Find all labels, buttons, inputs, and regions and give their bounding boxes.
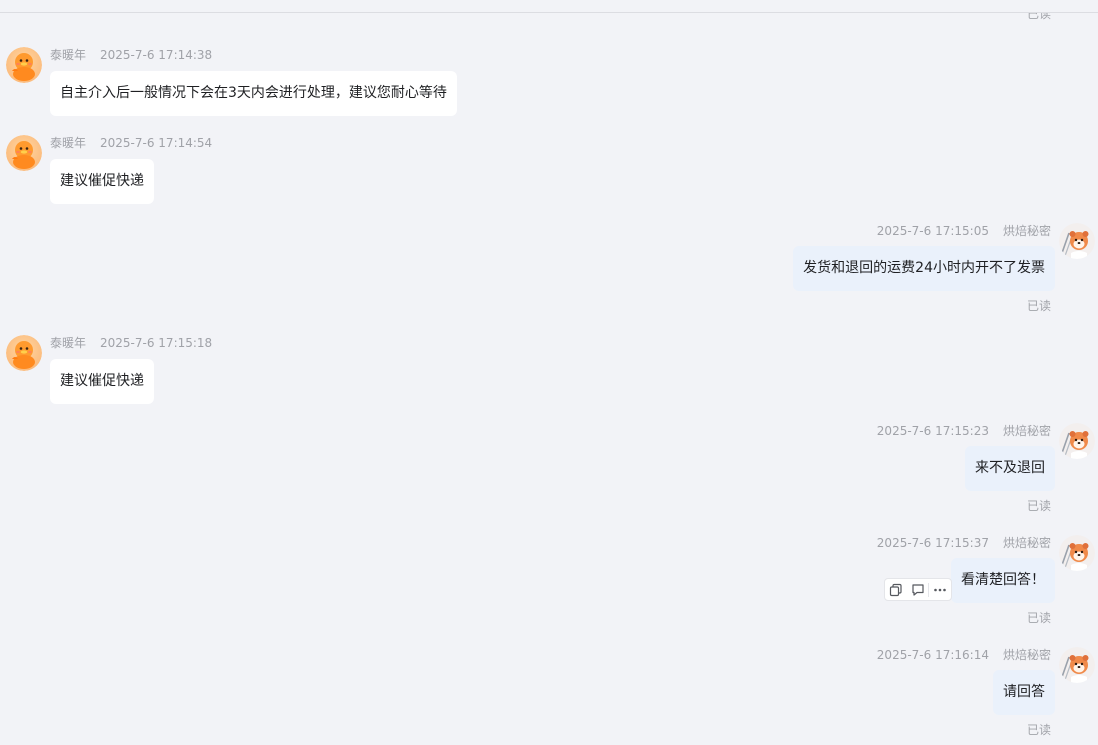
read-status: 已读 [1026,299,1051,313]
message-meta: 2025-7-6 17:16:14 烘焙秘密 [877,647,1051,663]
message-time: 2025-7-6 17:14:38 [100,48,213,62]
my-avatar[interactable] [1059,647,1095,683]
sender-name: 烘焙秘密 [1002,424,1051,438]
message-bubble-outgoing[interactable]: 发货和退回的运费24小时内开不了发票 [793,246,1055,291]
sender-name: 烘焙秘密 [1002,224,1051,238]
quote-reply-icon[interactable] [907,579,929,600]
message-time: 2025-7-6 17:14:54 [100,136,213,150]
message-time: 2025-7-6 17:16:14 [876,648,989,662]
read-status-previous: 已读 [1027,13,1051,21]
read-status: 已读 [1026,611,1051,625]
message-text: 自主介入后一般情况下会在3天内会进行处理，建议您耐心等待 [60,85,447,101]
message-text: 发货和退回的运费24小时内开不了发票 [803,260,1045,276]
more-icon[interactable] [929,579,951,600]
message-meta: 泰暖年 2025-7-6 17:14:38 [50,47,212,63]
copy-icon[interactable] [885,579,907,600]
message-bubble-outgoing[interactable]: 来不及退回 [965,446,1055,491]
message-time: 2025-7-6 17:15:18 [100,336,213,350]
message-bubble-incoming[interactable]: 建议催促快递 [50,359,154,404]
peer-avatar[interactable] [6,47,42,83]
message-time: 2025-7-6 17:15:05 [876,224,989,238]
message-time: 2025-7-6 17:15:37 [876,536,989,550]
message-text: 看清楚回答！ [961,572,1045,588]
message-meta: 2025-7-6 17:15:23 烘焙秘密 [877,423,1051,439]
message-bubble-outgoing[interactable]: 看清楚回答！ [951,558,1055,603]
message-meta: 2025-7-6 17:15:37 烘焙秘密 [877,535,1051,551]
peer-avatar[interactable] [6,335,42,371]
my-avatar[interactable] [1059,223,1095,259]
my-avatar[interactable] [1059,423,1095,459]
message-meta: 2025-7-6 17:15:05 烘焙秘密 [877,223,1051,239]
sender-name: 泰暖年 [50,336,87,350]
message-hover-toolbar [884,578,952,601]
top-divider [0,12,1098,13]
peer-avatar[interactable] [6,135,42,171]
my-avatar[interactable] [1059,535,1095,571]
sender-name: 烘焙秘密 [1002,648,1051,662]
sender-name: 烘焙秘密 [1002,536,1051,550]
read-status: 已读 [1026,499,1051,513]
message-meta: 泰暖年 2025-7-6 17:15:18 [50,335,212,351]
message-text: 请回答 [1003,684,1045,700]
message-bubble-incoming[interactable]: 自主介入后一般情况下会在3天内会进行处理，建议您耐心等待 [50,71,457,116]
sender-name: 泰暖年 [50,48,87,62]
message-text: 建议催促快递 [60,173,144,189]
message-bubble-outgoing[interactable]: 请回答 [993,670,1055,715]
read-status: 已读 [1026,723,1051,737]
message-bubble-incoming[interactable]: 建议催促快递 [50,159,154,204]
message-time: 2025-7-6 17:15:23 [876,424,989,438]
sender-name: 泰暖年 [50,136,87,150]
message-text: 建议催促快递 [60,373,144,389]
message-text: 来不及退回 [975,460,1045,476]
message-meta: 泰暖年 2025-7-6 17:14:54 [50,135,212,151]
